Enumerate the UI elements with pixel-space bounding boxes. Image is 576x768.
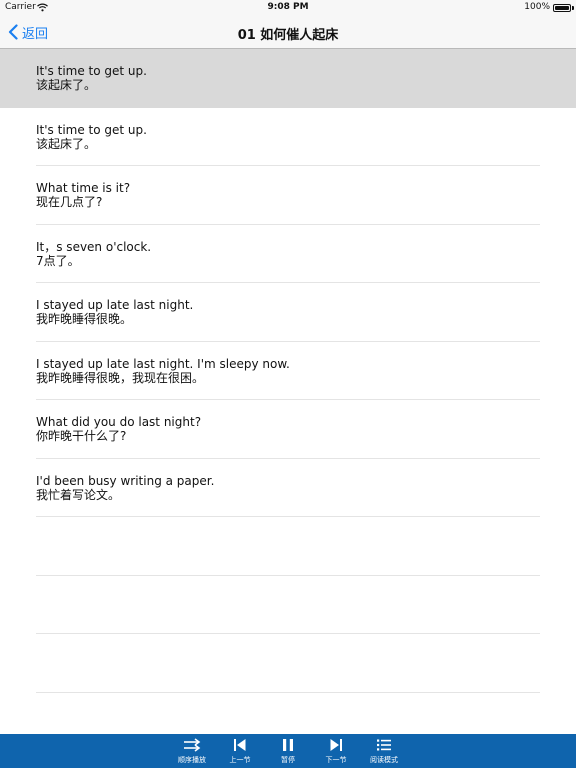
battery-level bbox=[555, 6, 569, 10]
sentence-english: What time is it? bbox=[36, 181, 131, 195]
battery-percent: 100% bbox=[524, 2, 550, 12]
sentence-english: I'd been busy writing a paper. bbox=[36, 473, 215, 488]
sentence-row[interactable]: What time is it? 现在几点了? bbox=[0, 166, 576, 225]
sentence-chinese: 该起床了。 bbox=[36, 136, 97, 151]
sentence-row[interactable] bbox=[0, 634, 576, 693]
page-title: 01 如何催人起床 bbox=[237, 28, 339, 43]
sentence-english: I stayed up late last night. I'm sleepy … bbox=[36, 356, 290, 371]
sentence-chinese: 该起床了。 bbox=[36, 78, 97, 92]
next-section-label: 下一节 bbox=[325, 756, 347, 764]
list-icon bbox=[376, 734, 392, 756]
sequential-play-button[interactable]: 顺序播放 bbox=[168, 734, 216, 768]
sequential-play-label: 顺序播放 bbox=[178, 756, 206, 764]
sentence-row[interactable]: It's time to get up. 该起床了。 bbox=[0, 108, 576, 167]
pause-label: 暂停 bbox=[281, 756, 295, 764]
reading-mode-label: 阅读模式 bbox=[370, 756, 398, 764]
status-bar: Carrier 9:08 PM 100% bbox=[0, 0, 576, 16]
sentence-row[interactable] bbox=[0, 517, 576, 576]
sentence-row[interactable]: It's time to get up. 该起床了。 bbox=[0, 49, 576, 108]
bottom-toolbar: 顺序播放 上一节 暂停 下一节 阅读模式 bbox=[0, 734, 576, 768]
next-icon bbox=[329, 734, 343, 756]
sentence-english: I stayed up late last night. bbox=[36, 298, 194, 312]
sentence-english: It，s seven o'clock. bbox=[36, 239, 152, 254]
sentence-chinese: 你昨晚干什么了? bbox=[36, 429, 127, 443]
sentence-chinese: 我昨晚睡得很晚。 bbox=[36, 312, 133, 326]
previous-section-label: 上一节 bbox=[229, 756, 251, 764]
sentence-row[interactable]: It，s seven o'clock. 7点了。 bbox=[0, 225, 576, 284]
sentence-chinese: 7点了。 bbox=[36, 253, 80, 268]
sentence-row[interactable] bbox=[0, 576, 576, 635]
sentence-chinese: 我忙着写论文。 bbox=[36, 487, 121, 502]
previous-icon bbox=[233, 734, 247, 756]
navigation-bar: 返回 01 如何催人起床 bbox=[0, 16, 576, 49]
sentence-chinese: 现在几点了? bbox=[36, 195, 103, 209]
sentence-row[interactable]: I'd been busy writing a paper. 我忙着写论文。 bbox=[0, 459, 576, 518]
next-section-button[interactable]: 下一节 bbox=[312, 734, 360, 768]
previous-section-button[interactable]: 上一节 bbox=[216, 734, 264, 768]
pause-button[interactable]: 暂停 bbox=[264, 734, 312, 768]
sentence-chinese: 我昨晚睡得很晚，我现在很困。 bbox=[36, 370, 205, 385]
sequential-play-icon bbox=[183, 734, 201, 756]
sentence-english: It's time to get up. bbox=[36, 64, 147, 78]
reading-mode-button[interactable]: 阅读模式 bbox=[360, 734, 408, 768]
battery-icon bbox=[553, 4, 571, 12]
sentence-row[interactable]: What did you do last night? 你昨晚干什么了? bbox=[0, 400, 576, 459]
sentence-row[interactable]: I stayed up late last night. I'm sleepy … bbox=[0, 342, 576, 401]
sentence-row[interactable]: I stayed up late last night. 我昨晚睡得很晚。 bbox=[0, 283, 576, 342]
sentence-english: It's time to get up. bbox=[36, 122, 147, 137]
battery-cap bbox=[572, 6, 574, 10]
sentence-english: What did you do last night? bbox=[36, 415, 202, 429]
status-time: 9:08 PM bbox=[267, 2, 309, 12]
pause-icon bbox=[281, 734, 295, 756]
sentence-list: It's time to get up. 该起床了。 It's time to ge… bbox=[0, 49, 576, 693]
